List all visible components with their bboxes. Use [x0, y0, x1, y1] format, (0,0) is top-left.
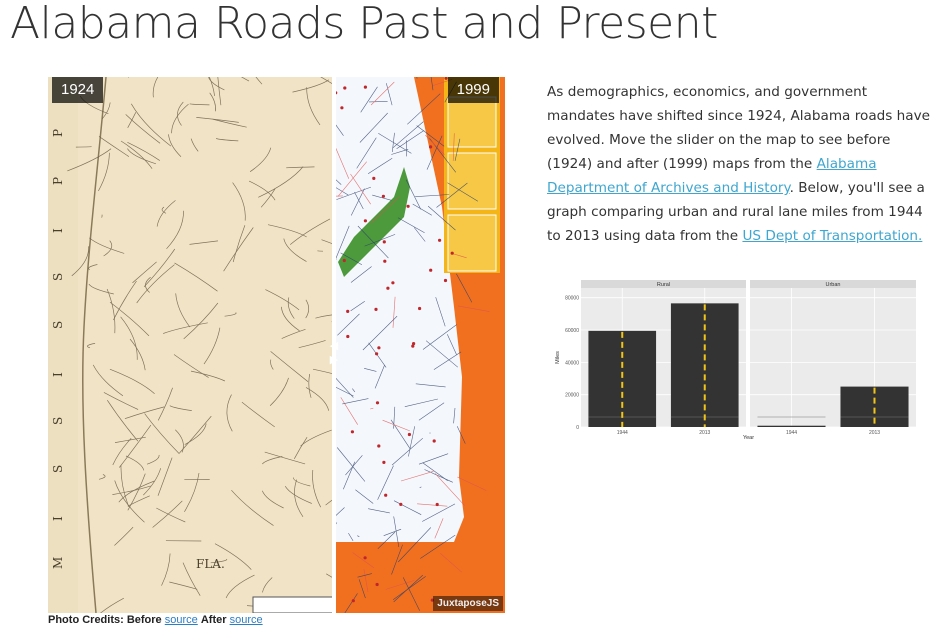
map-column-letter: S: [51, 321, 65, 329]
y-tick-label: 40000: [565, 360, 579, 366]
juxtapose-credit[interactable]: JuxtaposeJS: [433, 596, 503, 611]
photo-credits: Photo Credits: Before source After sourc…: [48, 614, 263, 626]
map-column-letter: P: [51, 129, 65, 137]
slider-handle[interactable]: ◀ ▶: [330, 77, 338, 613]
facet-label: Rural: [657, 282, 670, 288]
page-title: Alabama Roads Past and Present: [10, 0, 718, 49]
y-tick-label: 0: [576, 425, 579, 431]
map-region-label: FLA.: [196, 557, 225, 571]
drag-arrows-icon: ◀ ▶: [329, 340, 339, 366]
y-tick-label: 20000: [565, 393, 579, 399]
y-tick-label: 60000: [565, 328, 579, 334]
x-axis-label: Year: [743, 435, 754, 440]
x-tick-label: 2013: [869, 430, 880, 436]
x-tick-label: 1944: [617, 430, 628, 436]
map-column-letter: M: [51, 557, 65, 569]
lane-miles-chart: Rural 1944 2013 Urban 1944 2013 0 20000 40000 600…: [555, 280, 916, 440]
map-1999: [334, 77, 505, 613]
map-column-letter: I: [51, 516, 65, 521]
map-column-letter: I: [51, 372, 65, 377]
x-tick-label: 2013: [699, 430, 710, 436]
photo-credits-middle: After: [200, 614, 227, 626]
x-tick-label: 1944: [786, 430, 797, 436]
map-column-letter: S: [51, 465, 65, 473]
y-tick-label: 80000: [565, 296, 579, 302]
bar: [757, 425, 826, 427]
facet-label: Urban: [826, 282, 841, 288]
y-axis-label: Miles: [555, 351, 561, 364]
map-column-letter: S: [51, 417, 65, 425]
year-label-before: 1924: [52, 77, 104, 103]
description-paragraph: As demographics, economics, and governme…: [547, 80, 932, 248]
photo-credits-prefix: Photo Credits: Before: [48, 614, 162, 626]
map-column-letter: I: [51, 228, 65, 233]
image-comparison-slider[interactable]: P P I S S I S S I M FLA. 1924 1999 ◀ ▶ JuxtaposeJ…: [48, 77, 505, 613]
map-column-letter: S: [51, 273, 65, 281]
after-source-link[interactable]: source: [230, 614, 263, 626]
map-1924: P P I S S I S S I M FLA.: [48, 77, 334, 613]
year-label-after: 1999: [447, 77, 499, 103]
dot-link[interactable]: US Dept of Transportation.: [742, 228, 922, 244]
before-source-link[interactable]: source: [165, 614, 198, 626]
map-column-letter: P: [51, 177, 65, 185]
